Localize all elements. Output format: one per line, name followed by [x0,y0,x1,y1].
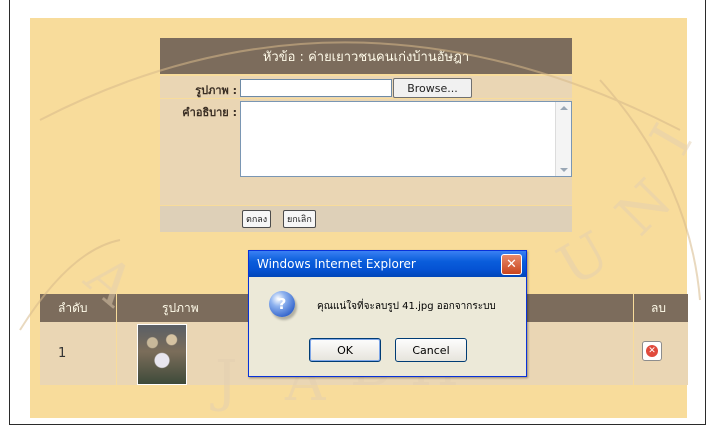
header-delete: ลบ [651,300,666,315]
dialog-title-bar[interactable]: Windows Internet Explorer ✕ [249,251,526,277]
description-row: คำอธิบาย : [160,99,572,205]
image-file-input[interactable] [240,79,392,97]
textarea-scrollbar[interactable] [555,102,571,176]
browse-button[interactable]: Browse... [393,78,472,98]
form-cancel-button[interactable]: ยกเลิก [283,210,316,228]
header-index: ลำดับ [58,300,88,315]
form-title-bar: หัวข้อ : ค่ายเยาวชนคนเก่งบ้านอัษฎา [160,38,572,74]
form-ok-button[interactable]: ตกลง [242,210,272,228]
scroll-down-icon[interactable] [560,168,568,172]
dialog-cancel-button[interactable]: Cancel [395,338,467,362]
column-divider [633,294,634,385]
header-image: รูปภาพ [162,300,199,315]
image-row: รูปภาพ : Browse... [160,76,572,98]
dialog-message: คุณแน่ใจที่จะลบรูป 41.jpg ออกจากระบบ [317,301,496,312]
description-label: คำอธิบาย : [182,106,237,119]
delete-button[interactable]: ✕ [642,341,662,361]
scroll-up-icon[interactable] [560,106,568,110]
form-actions-row: ตกลง ยกเลิก [160,206,572,232]
column-divider [116,294,117,385]
row-thumbnail-image [137,324,187,385]
delete-icon: ✕ [646,345,658,357]
dialog-ok-button[interactable]: OK [309,338,381,362]
dialog-title: Windows Internet Explorer [257,257,416,271]
close-icon[interactable]: ✕ [501,254,522,275]
question-icon: ? [269,291,295,317]
image-label: รูปภาพ : [195,84,237,97]
description-textarea[interactable] [240,101,572,177]
confirm-dialog: Windows Internet Explorer ✕ ? คุณแน่ใจที… [248,250,527,377]
form-title: หัวข้อ : ค่ายเยาวชนคนเก่งบ้านอัษฎา [262,49,470,65]
row-index: 1 [58,346,67,361]
